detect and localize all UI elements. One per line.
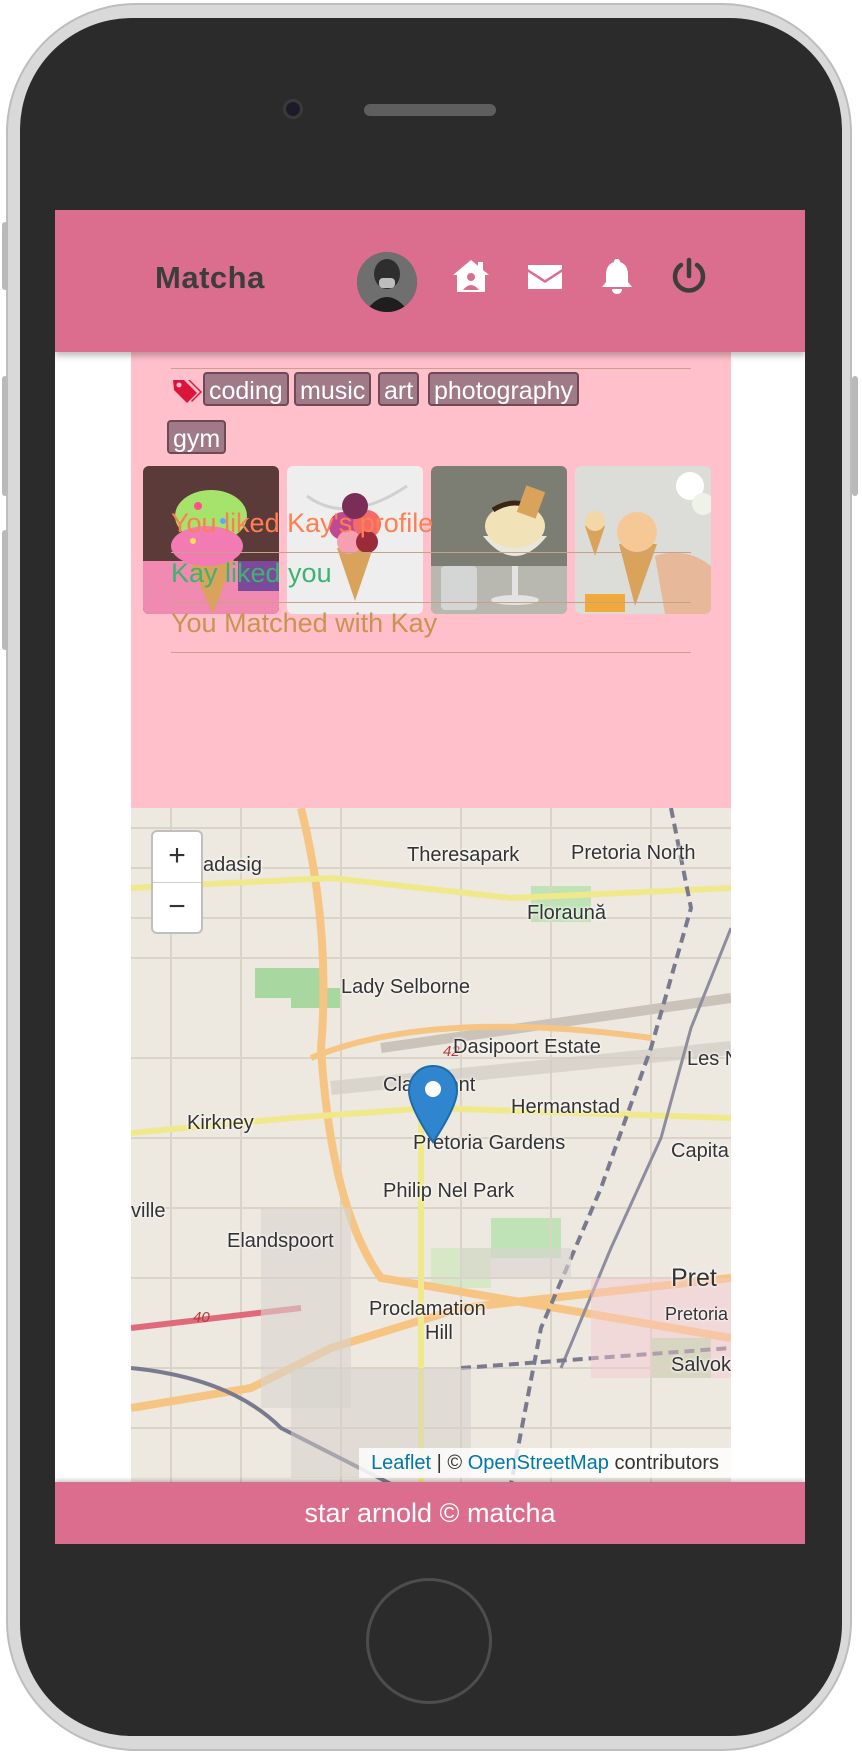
map-place-label: Kirkney [187, 1112, 254, 1134]
avatar[interactable] [357, 252, 417, 312]
speaker-grille [364, 104, 496, 116]
map-place-label: adasig [203, 854, 262, 876]
top-navbar: Matcha [55, 210, 805, 352]
leaflet-link[interactable]: Leaflet [371, 1452, 431, 1474]
app-title[interactable]: Matcha [155, 260, 265, 296]
phone-device: Matcha coding music art photography gym … [0, 0, 862, 1754]
map-place-label: Pretoria [665, 1304, 729, 1324]
zoom-out-button[interactable]: − [153, 883, 201, 933]
profile-content: coding music art photography gym You lik… [131, 352, 731, 1482]
status-matched: You Matched with Kay [171, 608, 438, 638]
footer: star arnold © matcha [55, 1482, 805, 1544]
interest-tag[interactable]: coding [203, 372, 289, 406]
profile-photo[interactable] [143, 466, 279, 614]
attribution-separator: | © [431, 1452, 468, 1474]
profile-card: coding music art photography gym You lik… [131, 352, 731, 808]
map-place-label: Elandspoort [227, 1230, 334, 1252]
map-place-label: Salvok [671, 1354, 731, 1376]
map-place-label: Dasipoort Estate [453, 1036, 601, 1058]
interest-tag[interactable]: music [294, 372, 372, 406]
divider [171, 552, 691, 553]
osm-link[interactable]: OpenStreetMap [468, 1452, 609, 1474]
app-screen: Matcha coding music art photography gym … [55, 210, 805, 1544]
phone-side-button [852, 376, 858, 496]
map-place-label: Proclamation [369, 1298, 486, 1320]
camera-icon [283, 99, 303, 119]
map-place-label: Lady Selborne [341, 976, 470, 998]
home-hardware-button[interactable] [366, 1578, 492, 1704]
zoom-in-button[interactable]: + [153, 832, 201, 883]
map-place-label: Hill [425, 1322, 453, 1344]
map-zoom-control: + − [151, 830, 203, 934]
map-place-label: Capita [671, 1140, 729, 1162]
phone-side-button [2, 376, 8, 496]
profile-photo[interactable] [431, 466, 567, 614]
map-place-label: Philip Nel Park [383, 1180, 515, 1202]
map-place-label: Les N [687, 1048, 731, 1070]
map-place-label: ville [131, 1200, 166, 1222]
profile-photo[interactable] [287, 466, 423, 614]
interest-tag[interactable]: gym [167, 420, 227, 454]
map-place-label: Floraună [527, 902, 606, 924]
interest-tag[interactable]: art [378, 372, 420, 406]
power-icon[interactable] [669, 256, 709, 296]
attribution-suffix: contributors [608, 1452, 719, 1474]
home-icon[interactable] [451, 256, 491, 296]
phone-side-button [2, 530, 8, 650]
map-attribution: Leaflet | © OpenStreetMap contributors [359, 1448, 731, 1478]
map-place-label: Theresapark [407, 844, 520, 866]
phone-side-button [2, 222, 8, 290]
location-marker-icon[interactable] [407, 1064, 459, 1144]
route-label: 40 [193, 1309, 210, 1326]
bell-icon[interactable] [597, 256, 637, 296]
map-place-label: Pretoria North [571, 842, 696, 864]
interest-tag[interactable]: photography [428, 372, 580, 406]
tag-icon [171, 376, 203, 408]
map-place-label: Hermanstad [511, 1096, 620, 1118]
status-liked-you: Kay liked you [171, 558, 332, 588]
divider [171, 368, 691, 369]
profile-photo[interactable] [575, 466, 711, 614]
location-map[interactable]: 42 40 Theresapark Pretoria North Floraun… [131, 808, 731, 1482]
envelope-icon[interactable] [525, 256, 565, 296]
map-place-label: Pret [671, 1264, 717, 1292]
divider [171, 652, 691, 653]
divider [171, 602, 691, 603]
status-liked-profile: You liked Kay's profile [171, 508, 434, 538]
